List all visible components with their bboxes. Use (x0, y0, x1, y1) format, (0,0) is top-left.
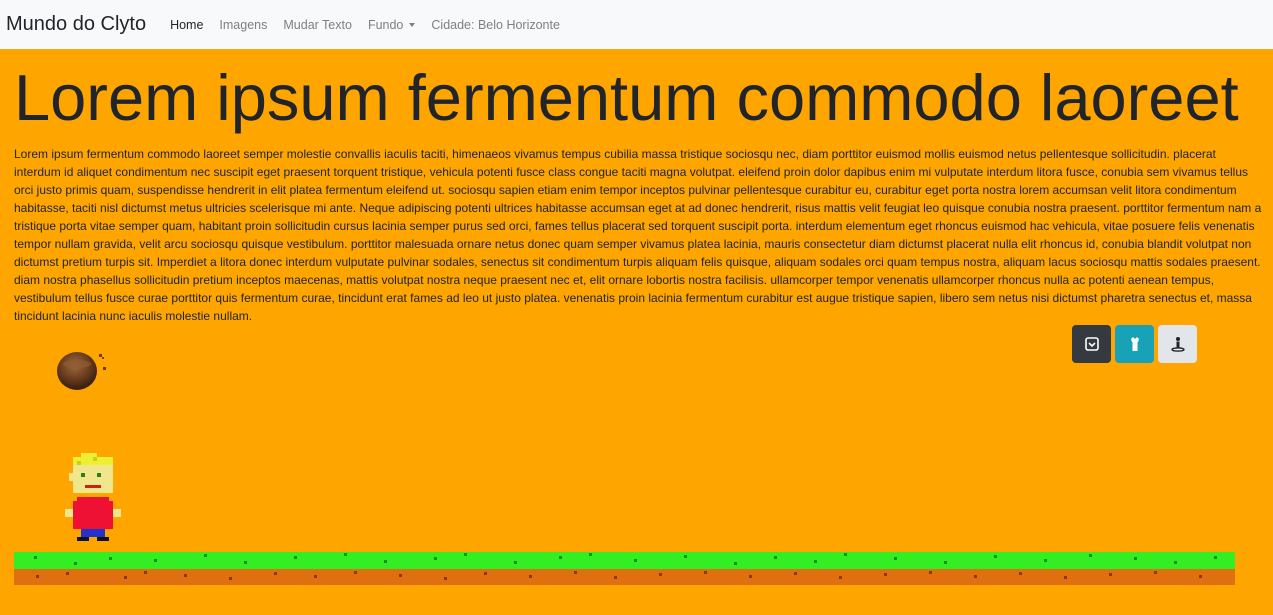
nav-link-imagens[interactable]: Imagens (219, 18, 267, 32)
change-shirt-button[interactable] (1115, 325, 1154, 363)
nav-link-home[interactable]: Home (170, 18, 203, 32)
nav-dropdown-fundo[interactable]: Fundo (367, 17, 416, 32)
change-character-button[interactable] (1158, 325, 1197, 363)
nav-link-mudar-texto[interactable]: Mudar Texto (283, 18, 352, 32)
person-standing-icon (1170, 337, 1185, 352)
toggle-box-button[interactable] (1072, 325, 1111, 363)
page-headline: Lorem ipsum fermentum commodo laoreet (14, 61, 1239, 134)
body-paragraph: Lorem ipsum fermentum commodo laoreet se… (14, 147, 1262, 323)
ground-tiles (14, 552, 1235, 585)
player-character-sprite (65, 453, 121, 541)
navbar: Mundo do Clyto Home Imagens Mudar Texto … (0, 0, 1273, 49)
nav-dropdown-fundo-label: Fundo (367, 17, 404, 32)
square-chevron-down-icon (1084, 337, 1099, 351)
shirt-icon (1130, 337, 1139, 351)
navbar-brand[interactable]: Mundo do Clyto (6, 13, 146, 36)
caret-down-icon (409, 22, 416, 27)
action-button-group (1072, 325, 1197, 363)
coconut-sprite (57, 352, 106, 390)
nav-link-cidade[interactable]: Cidade: Belo Horizonte (431, 18, 560, 32)
